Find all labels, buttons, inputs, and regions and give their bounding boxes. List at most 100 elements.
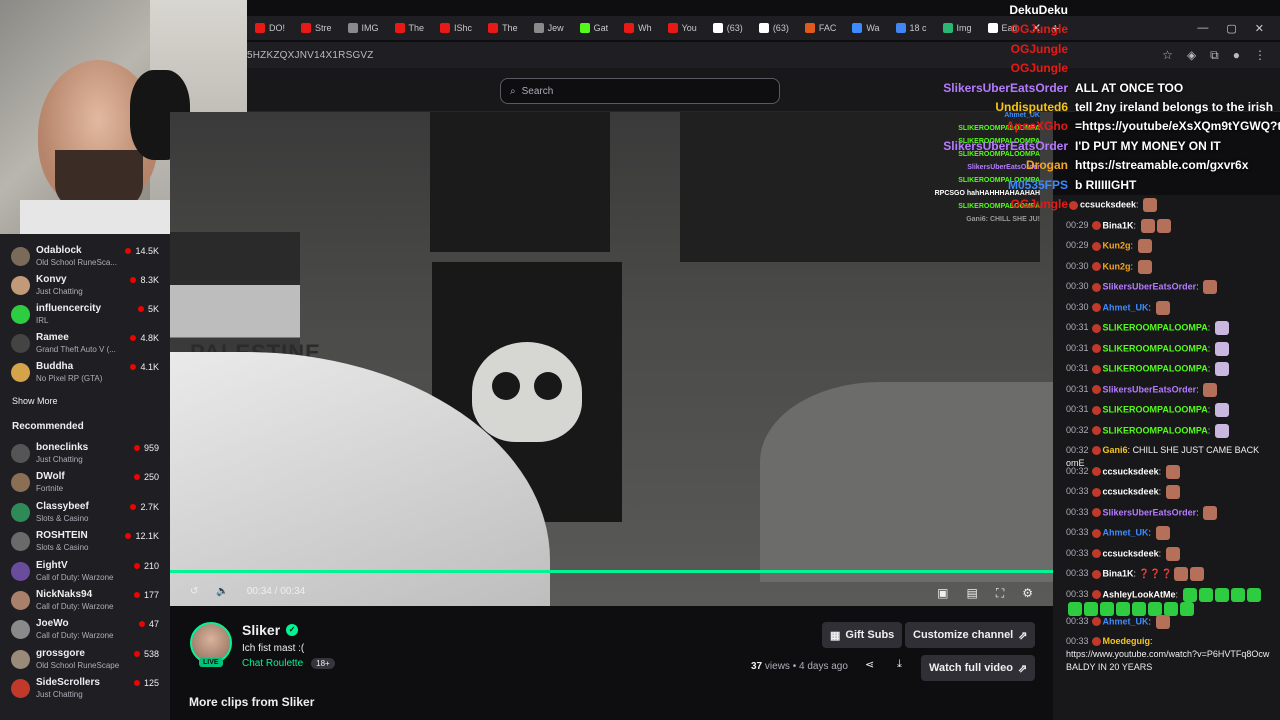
emote-icon	[1190, 567, 1205, 581]
channel-name: SideScrollers	[36, 677, 100, 689]
video-progress-bar[interactable]	[170, 570, 1053, 573]
chat-username[interactable]: SlikersUberEatsOrder	[1103, 507, 1197, 517]
chat-username[interactable]: Gani6	[1103, 445, 1128, 455]
browser-tab[interactable]: Stre	[293, 17, 340, 39]
chat-username[interactable]: ccsucksdeek	[1103, 548, 1159, 558]
address-text[interactable]: 5HZKZQXJNV14X1RSGVZ	[247, 50, 374, 61]
search-icon: ⌕	[510, 85, 516, 97]
browser-tab[interactable]: DO!	[247, 17, 293, 39]
channel-category: Grand Theft Auto V (...	[36, 345, 116, 354]
channel-name[interactable]: Sliker ✓	[242, 622, 299, 638]
category-link[interactable]: Chat Roulette	[242, 658, 303, 669]
posted-time: 4 days ago	[798, 661, 848, 672]
browser-tab[interactable]: The	[387, 17, 433, 39]
chat-colon: :	[1158, 547, 1164, 558]
chat-username[interactable]: Kun2g	[1103, 240, 1131, 250]
watch-full-video-button[interactable]: Watch full video ⇗	[921, 655, 1036, 681]
sidebar-channel-item[interactable]: JoeWo Call of Duty: Warzone 47	[0, 615, 170, 644]
search-input[interactable]: ⌕ Search	[500, 78, 780, 104]
browser-tab[interactable]: The	[480, 17, 526, 39]
chat-username[interactable]: SlikersUberEatsOrder	[1103, 384, 1197, 394]
chat-username[interactable]: Bina1K	[1103, 568, 1134, 578]
sidebar-channel-item[interactable]: Classybeef Slots & Casino 2.7K	[0, 498, 170, 527]
browser-tab[interactable]: FAC	[797, 17, 845, 39]
browser-tab[interactable]: IMG	[340, 17, 387, 39]
video-controls-right: ▣ ▤ ⛶ ⚙	[937, 586, 1033, 601]
sidebar-channel-item[interactable]: NickNaks94 Call of Duty: Warzone 177	[0, 586, 170, 615]
browser-tab[interactable]: (63)	[705, 17, 751, 39]
viewer-count-number: 12.1K	[135, 531, 159, 542]
chat-username[interactable]: SLIKEROOMPALOOMPA	[1103, 404, 1208, 414]
skull-icon	[472, 342, 582, 442]
chat-username[interactable]: AshleyLookAtMe	[1103, 589, 1176, 599]
chat-username[interactable]: SlikersUberEatsOrder	[1103, 281, 1197, 291]
chat-message: 00:32 SLIKEROOMPALOOMPA:	[1066, 423, 1276, 438]
chat-message: 00:30 Kun2g:	[1066, 259, 1276, 274]
browser-tab[interactable]: Jew	[526, 17, 572, 39]
clip-title: Ich fist mast :(	[242, 643, 305, 654]
gift-subs-button[interactable]: ▦ Gift Subs	[822, 622, 903, 648]
sidebar-channel-item[interactable]: boneclinks Just Chatting 959	[0, 439, 170, 468]
download-icon[interactable]: ⤓	[897, 658, 902, 671]
chat-badge-icon	[1091, 405, 1101, 415]
chat-username[interactable]: SLIKEROOMPALOOMPA	[1103, 322, 1208, 332]
chat-username[interactable]: SLIKEROOMPALOOMPA	[1103, 363, 1208, 373]
viewer-count-number: 177	[143, 590, 159, 600]
sidebar-channel-item[interactable]: EightV Call of Duty: Warzone 210	[0, 557, 170, 586]
overlay-chat-text: I'D PUT MY MONEY ON IT	[1075, 138, 1221, 153]
chat-username[interactable]: Moedeguig	[1103, 636, 1151, 646]
viewer-count: 177	[133, 590, 159, 600]
chat-timestamp: 00:33	[1066, 527, 1089, 538]
channel-name-text[interactable]: Sliker	[242, 622, 280, 638]
settings-gear-icon[interactable]: ⚙	[1022, 586, 1033, 601]
browser-tab[interactable]: You	[660, 17, 705, 39]
sidebar-channel-item[interactable]: grossgore Old School RuneScape 538	[0, 645, 170, 674]
gift-subs-label: Gift Subs	[845, 629, 895, 641]
chat-username[interactable]: Ahmet_UK	[1103, 527, 1149, 537]
browser-tab[interactable]: Gat	[572, 17, 617, 39]
replay-icon[interactable]: ↺	[190, 586, 198, 597]
tab-label: The	[502, 23, 518, 33]
volume-icon[interactable]: 🔈	[216, 586, 228, 597]
customize-channel-button[interactable]: Customize channel ⇗	[905, 622, 1036, 648]
sidebar-channel-item[interactable]: influencercity IRL 5K	[0, 300, 170, 329]
chat-badge-icon	[1091, 569, 1101, 579]
theatre-mode-icon[interactable]: ▤	[966, 586, 977, 601]
sidebar-channel-item[interactable]: Konvy Just Chatting 8.3K	[0, 271, 170, 300]
chat-username[interactable]: SLIKEROOMPALOOMPA	[1103, 343, 1208, 353]
chat-message: 00:33 ccsucksdeek:	[1066, 485, 1276, 499]
channel-name: Classybeef	[36, 500, 89, 512]
chat-colon: :	[1207, 404, 1213, 415]
views-count: 37	[751, 661, 763, 672]
fullscreen-icon[interactable]: ⛶	[996, 586, 1004, 601]
chat-username[interactable]: Kun2g	[1103, 261, 1131, 271]
show-more-link[interactable]: Show More	[12, 396, 58, 406]
channel-sidebar: Odablock Old School RuneSca... 14.5K Konvy J…	[0, 234, 170, 720]
channel-name: JoeWo	[36, 618, 69, 630]
chat-username[interactable]: SLIKEROOMPALOOMPA	[1103, 425, 1208, 435]
browser-tab[interactable]: (63)	[751, 17, 797, 39]
overlay-chat-username: OGJungle	[1010, 61, 1068, 76]
sidebar-channel-item[interactable]: Odablock Old School RuneSca... 14.5K	[0, 242, 170, 271]
pip-icon[interactable]: ▣	[937, 586, 948, 601]
browser-tab[interactable]: Wa	[844, 17, 887, 39]
chat-username[interactable]: Bina1K	[1103, 220, 1134, 230]
sidebar-channel-item[interactable]: DWolf Fortnite 250	[0, 468, 170, 497]
chat-username[interactable]: Ahmet_UK	[1103, 616, 1149, 626]
channel-name: DWolf	[36, 471, 65, 483]
emote-icon	[1214, 341, 1229, 356]
viewer-count-number: 2.7K	[140, 501, 159, 512]
share-icon[interactable]: ⋖	[865, 658, 874, 671]
sidebar-channel-item[interactable]: Ramee Grand Theft Auto V (... 4.8K	[0, 329, 170, 358]
sidebar-channel-item[interactable]: ROSHTEIN Slots & Casino 12.1K	[0, 527, 170, 556]
sidebar-channel-item[interactable]: SideScrollers Just Chatting 125	[0, 674, 170, 703]
browser-tab[interactable]: IShc	[432, 17, 480, 39]
chat-username[interactable]: Ahmet_UK	[1103, 302, 1149, 312]
channel-category: Just Chatting	[36, 287, 83, 296]
tab-label: Gat	[593, 23, 609, 33]
sidebar-channel-item[interactable]: Buddha No Pixel RP (GTA) 4.1K	[0, 358, 170, 387]
chat-username[interactable]: ccsucksdeek	[1103, 466, 1159, 476]
chat-username[interactable]: ccsucksdeek	[1103, 486, 1159, 496]
browser-tab[interactable]: Wh	[616, 17, 660, 39]
channel-name: Ramee	[36, 332, 69, 343]
